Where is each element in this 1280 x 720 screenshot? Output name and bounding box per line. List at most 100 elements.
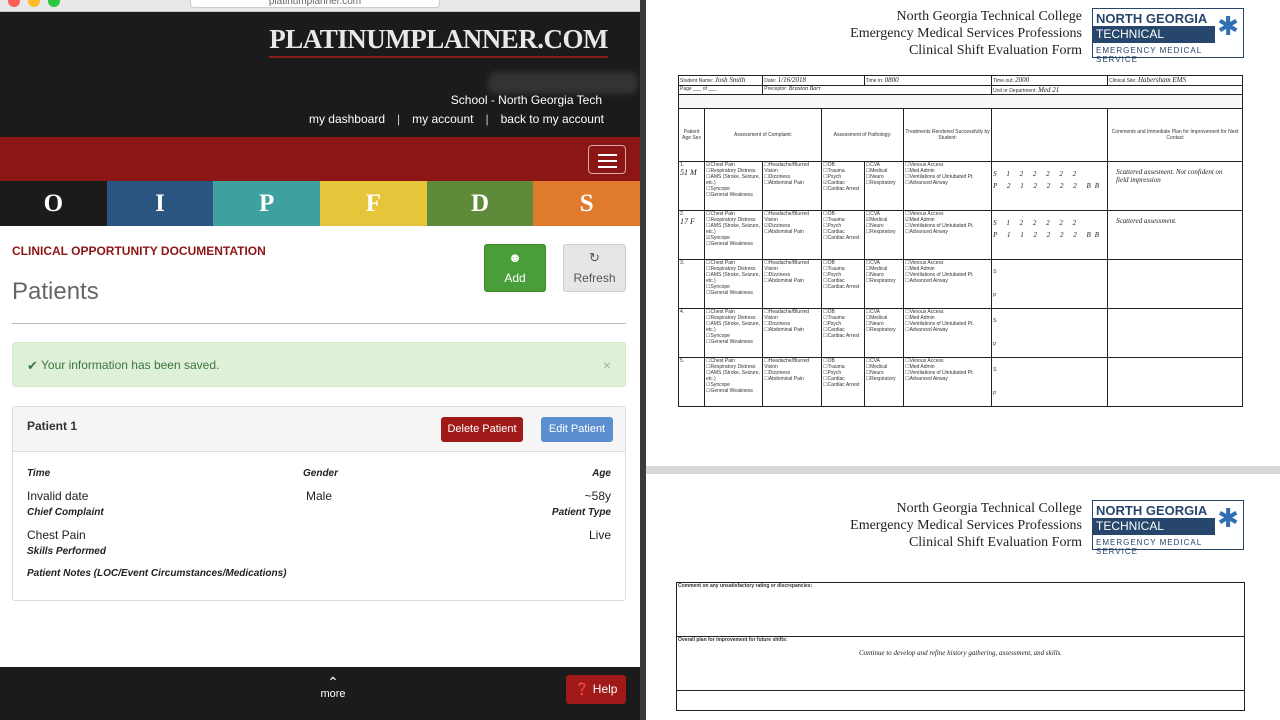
- help-button[interactable]: ❓ Help: [566, 675, 626, 704]
- date-value: 1/16/2018: [777, 76, 807, 84]
- alert-close-icon[interactable]: ×: [603, 343, 611, 388]
- star-of-life-icon: ✱: [1217, 11, 1239, 41]
- college-logo-2: NORTH GEORGIA TECHNICAL COLLEGE EMERGENC…: [1092, 500, 1244, 556]
- row2-initials: BB: [1086, 231, 1104, 239]
- hamburger-menu-button[interactable]: [588, 145, 626, 174]
- col-objectives: [991, 108, 1109, 162]
- logo-line3: EMERGENCY MEDICAL SERVICE: [1096, 538, 1202, 556]
- chief-complaint-label: Chief Complaint: [27, 507, 104, 518]
- col-pathology: Assessment of Pathology:: [821, 108, 905, 162]
- module-tiles: O I P F D S: [0, 181, 640, 226]
- more-button[interactable]: ⌃ more: [318, 674, 348, 700]
- clinical-site-value: Habersham EMS: [1137, 76, 1187, 84]
- row1-age-sex: 51 M: [680, 168, 697, 177]
- refresh-icon: ↻: [589, 250, 600, 265]
- logo-line2: TECHNICAL COLLEGE: [1093, 26, 1215, 58]
- col-comments: Comments and Immediate Plan for Improvem…: [1107, 108, 1243, 162]
- delete-patient-button[interactable]: Delete Patient: [441, 417, 523, 442]
- plan-text: Continue to develop and refine history g…: [858, 649, 1063, 657]
- zoom-window-button[interactable]: [48, 0, 60, 7]
- time-in-value: 0800: [884, 76, 899, 84]
- patient-notes-label: Patient Notes (LOC/Event Circumstances/M…: [27, 568, 287, 579]
- refresh-button[interactable]: ↻ Refresh: [563, 244, 626, 292]
- tile-s[interactable]: S: [533, 181, 640, 226]
- patient-type-value: Live: [588, 528, 611, 542]
- chevron-up-icon: ⌃: [327, 674, 339, 690]
- question-icon: ❓: [574, 682, 590, 696]
- menu-line-icon: [598, 154, 617, 156]
- clinical-site-label: Clinical Site:: [1109, 78, 1137, 84]
- evaluation-table: Student Name: Josh Smith Date: 1/16/2018…: [677, 75, 1243, 407]
- skills-performed-label: Skills Performed: [27, 546, 106, 557]
- edit-patient-button[interactable]: Edit Patient: [541, 417, 613, 442]
- col-complaint: Assessment of Complaint:: [703, 108, 823, 162]
- minimize-window-button[interactable]: [28, 0, 40, 7]
- age-value: ~58y: [584, 489, 611, 503]
- patient-header: Patient 1: [27, 419, 78, 433]
- redacted-user-info: [488, 72, 638, 94]
- page-count-label: Page ___ of ___: [680, 86, 717, 92]
- nav-bar: [0, 137, 640, 181]
- comment-label: Comment on any unsatisfactory rating or …: [676, 582, 1245, 637]
- plan-label: Overall plan for improvement for future …: [678, 637, 788, 643]
- page-title: Patients: [12, 278, 99, 305]
- tile-f[interactable]: F: [320, 181, 427, 226]
- add-button[interactable]: ☻ Add: [484, 244, 546, 292]
- gender-label: Gender: [303, 468, 339, 479]
- col-treatments: Treatments Rendered Successfully by Stud…: [903, 108, 993, 162]
- form-header-2: North Georgia Technical College Emergenc…: [850, 500, 1082, 551]
- add-label: Add: [504, 271, 526, 285]
- row2-age-sex: 17 F: [680, 217, 695, 226]
- chief-complaint-value: Chest Pain: [27, 528, 86, 542]
- gender-value: Male: [306, 489, 333, 503]
- school-name: School - North Georgia Tech: [450, 93, 602, 107]
- menu-line-icon: [598, 166, 617, 168]
- alert-message: Your information has been saved.: [41, 358, 220, 372]
- time-in-label: Time in:: [865, 78, 884, 84]
- row1-ratings: S 1 2 2 2 2 2P 2 1 2 2 2 2 BB: [991, 161, 1109, 211]
- tile-d[interactable]: D: [426, 181, 534, 226]
- document-viewer[interactable]: North Georgia Technical College Emergenc…: [646, 0, 1280, 720]
- logo-line1: NORTH GEORGIA: [1096, 503, 1208, 518]
- student-name: Josh Smith: [714, 76, 746, 84]
- time-label: Time: [27, 468, 51, 479]
- program-name: Emergency Medical Services Professions: [850, 26, 1082, 41]
- unit-label: Unit or Department:: [993, 88, 1037, 94]
- preceptor-signature: Braxton Barr: [788, 86, 821, 92]
- address-bar[interactable]: platinumplanner.com: [190, 0, 440, 8]
- tile-p[interactable]: P: [213, 181, 321, 226]
- star-of-life-icon: ✱: [1217, 503, 1239, 533]
- form-header: North Georgia Technical College Emergenc…: [850, 8, 1082, 59]
- row1-complaints: ☑Chest Pain ☐Respiratory Distress ☐AMS (St…: [703, 161, 764, 211]
- form-title: Clinical Shift Evaluation Form: [908, 43, 1082, 58]
- section-title: CLINICAL OPPORTUNITY DOCUMENTATION: [12, 244, 266, 258]
- comments-table: Comment on any unsatisfactory rating or …: [676, 582, 1245, 711]
- site-header: PLATINUMPLANNER.COM School - North Georg…: [0, 12, 640, 137]
- unit-value: Med 21: [1038, 86, 1060, 94]
- patient-panel-header: Patient 1 Delete Patient Edit Patient: [13, 407, 625, 452]
- patient-type-label: Patient Type: [551, 507, 611, 518]
- row1-comment: Scattered assesment. Not confident on fi…: [1107, 161, 1243, 211]
- row1-initials: BB: [1086, 182, 1104, 190]
- nav-back-to-my-account[interactable]: back to my account: [501, 112, 604, 126]
- nav-separator: |: [485, 112, 489, 126]
- nav-separator: |: [397, 112, 401, 126]
- logo-line1: NORTH GEORGIA: [1096, 11, 1208, 26]
- site-logo[interactable]: PLATINUMPLANNER.COM: [269, 24, 608, 58]
- account-nav: my dashboard | my account | back to my a…: [309, 112, 604, 126]
- nav-my-dashboard[interactable]: my dashboard: [309, 112, 385, 126]
- tile-o[interactable]: O: [0, 181, 107, 226]
- row2-comment: Scattered assessment.: [1107, 210, 1243, 260]
- tile-i[interactable]: I: [106, 181, 214, 226]
- divider: [12, 323, 626, 324]
- user-icon: ☻: [508, 250, 522, 265]
- nav-my-account[interactable]: my account: [412, 112, 473, 126]
- row2-ratings: S 1 2 2 2 2 2P 1 1 2 2 2 2 BB: [991, 210, 1109, 260]
- form-page-1: North Georgia Technical College Emergenc…: [646, 0, 1280, 466]
- program-name-2: Emergency Medical Services Professions: [850, 518, 1082, 533]
- close-window-button[interactable]: [8, 0, 20, 7]
- form-page-2: North Georgia Technical College Emergenc…: [646, 474, 1280, 720]
- col-patient: Patient Age Sex: [678, 108, 705, 162]
- time-out-value: 2000: [1015, 76, 1030, 84]
- college-logo: NORTH GEORGIA TECHNICAL COLLEGE EMERGENC…: [1092, 8, 1244, 64]
